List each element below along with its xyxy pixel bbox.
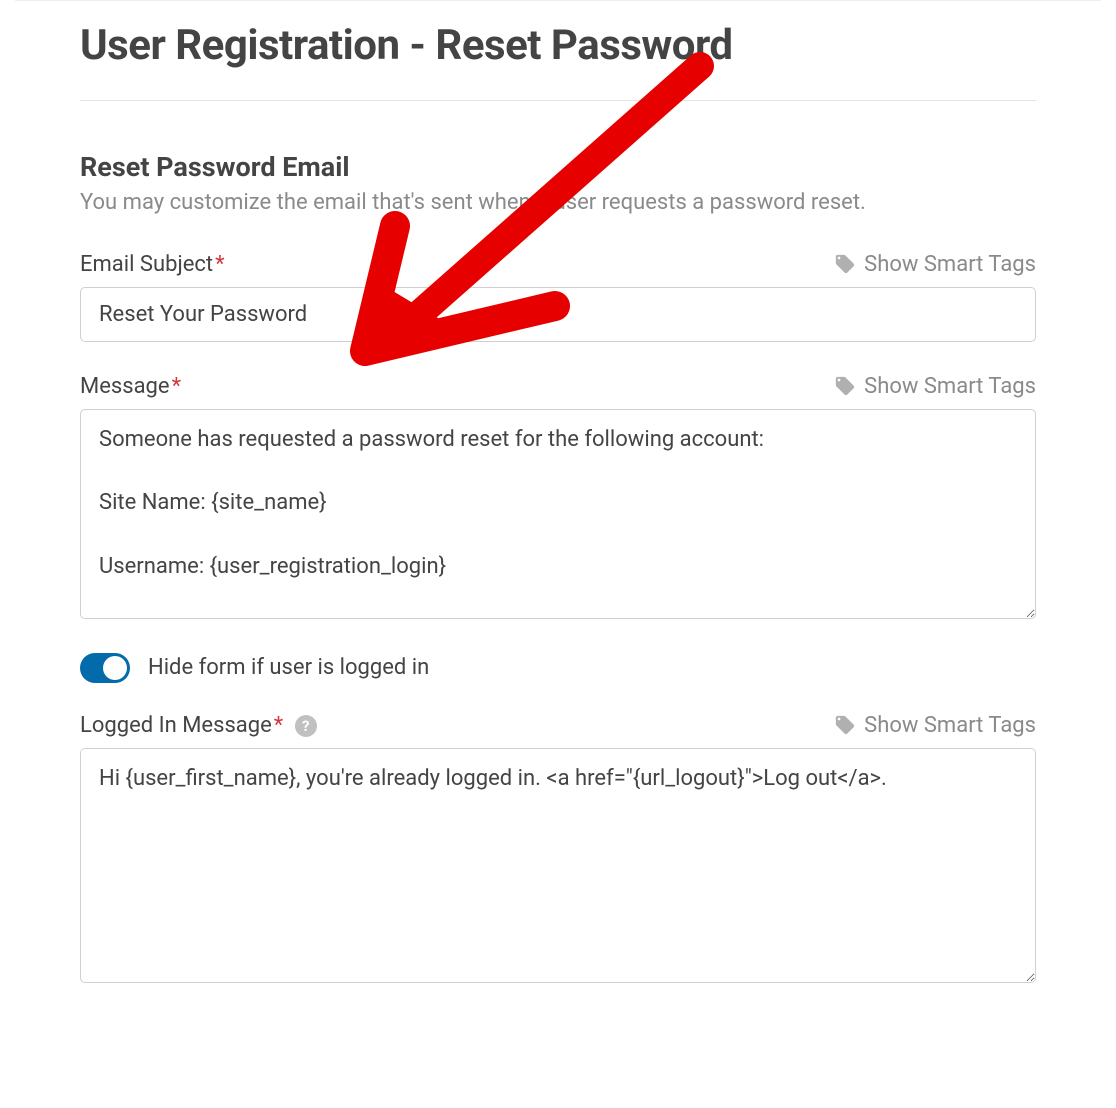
hide-form-toggle-label: Hide form if user is logged in <box>148 655 429 680</box>
email-subject-label: Email Subject* <box>80 252 225 277</box>
show-smart-tags-link[interactable]: Show Smart Tags <box>834 252 1036 277</box>
section-heading: Reset Password Email <box>80 151 1036 183</box>
divider <box>80 100 1036 101</box>
show-smart-tags-link[interactable]: Show Smart Tags <box>834 713 1036 738</box>
required-asterisk: * <box>274 713 283 738</box>
logged-in-message-textarea[interactable] <box>80 748 1036 983</box>
show-smart-tags-link[interactable]: Show Smart Tags <box>834 374 1036 399</box>
tag-icon <box>834 714 856 736</box>
help-icon[interactable]: ? <box>295 715 317 737</box>
logged-in-message-label: Logged In Message* ? <box>80 713 317 738</box>
tag-icon <box>834 253 856 275</box>
message-textarea[interactable] <box>80 409 1036 619</box>
message-label: Message* <box>80 374 181 399</box>
section-description: You may customize the email that's sent … <box>80 189 1036 218</box>
page-title: User Registration - Reset Password <box>80 21 1036 70</box>
email-subject-input[interactable] <box>80 287 1036 342</box>
hide-form-toggle[interactable] <box>80 653 130 683</box>
tag-icon <box>834 375 856 397</box>
settings-panel: User Registration - Reset Password Reset… <box>0 1 1116 1057</box>
required-asterisk: * <box>172 374 181 399</box>
required-asterisk: * <box>215 252 224 277</box>
